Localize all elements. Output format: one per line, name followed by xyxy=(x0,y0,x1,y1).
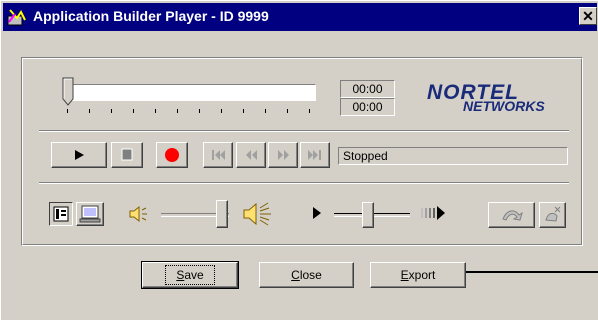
position-tick xyxy=(309,109,310,113)
position-tick xyxy=(89,109,90,113)
handset-icon xyxy=(502,210,523,221)
player-window: Application Builder Player - ID 9999 ✕ 0… xyxy=(0,0,598,320)
save-button[interactable]: Save xyxy=(141,261,239,289)
play-icon xyxy=(75,150,84,160)
speed-thumb[interactable] xyxy=(362,202,375,228)
position-tick xyxy=(155,109,156,113)
position-tick xyxy=(265,109,266,113)
volume-low-icon xyxy=(129,205,147,223)
phone-icon xyxy=(53,206,69,222)
computer-mode-toggle[interactable] xyxy=(76,202,104,226)
play-button[interactable] xyxy=(51,142,107,168)
skip-to-end-button[interactable] xyxy=(300,142,330,168)
divider xyxy=(39,130,569,132)
title-bar[interactable]: Application Builder Player - ID 9999 ✕ xyxy=(3,3,597,31)
divider xyxy=(39,182,569,184)
phone-mode-toggle[interactable] xyxy=(49,202,73,226)
skip-to-start-icon xyxy=(212,150,225,160)
rewind-icon xyxy=(246,150,257,160)
position-tick xyxy=(243,109,244,113)
hangup-button[interactable] xyxy=(539,202,566,228)
record-button[interactable] xyxy=(156,142,188,168)
app-icon xyxy=(7,9,26,26)
speed-fast-icon xyxy=(421,206,445,220)
volume-thumb[interactable] xyxy=(216,200,229,228)
position-track[interactable] xyxy=(67,84,316,101)
window-title: Application Builder Player - ID 9999 xyxy=(33,8,269,24)
speed-slow-icon xyxy=(313,207,321,219)
record-icon xyxy=(165,148,179,162)
position-tick xyxy=(111,109,112,113)
position-thumb[interactable] xyxy=(62,77,74,107)
logo-networks: NETWORKS xyxy=(463,98,545,114)
position-tick xyxy=(199,109,200,113)
total-time: 00:00 xyxy=(340,98,395,116)
close-button[interactable]: Close xyxy=(259,262,354,288)
close-icon[interactable]: ✕ xyxy=(579,7,597,25)
export-button[interactable]: Export xyxy=(370,262,466,288)
position-tick xyxy=(177,109,178,113)
fast-forward-button[interactable] xyxy=(268,142,298,168)
fast-forward-icon xyxy=(278,150,289,160)
position-tick xyxy=(67,109,68,113)
hangup-icon xyxy=(545,206,561,222)
call-button[interactable] xyxy=(488,202,535,228)
callout-line xyxy=(466,271,598,273)
rewind-button[interactable] xyxy=(236,142,266,168)
skip-to-start-button[interactable] xyxy=(203,142,233,168)
computer-icon xyxy=(79,205,101,223)
position-tick xyxy=(133,109,134,113)
volume-high-icon xyxy=(243,202,271,226)
position-tick xyxy=(287,109,288,113)
position-tick xyxy=(221,109,222,113)
skip-to-end-icon xyxy=(308,150,321,160)
stop-icon xyxy=(121,148,133,161)
stop-button[interactable] xyxy=(111,142,143,168)
status-field: Stopped xyxy=(338,147,568,165)
current-time: 00:00 xyxy=(340,80,395,98)
